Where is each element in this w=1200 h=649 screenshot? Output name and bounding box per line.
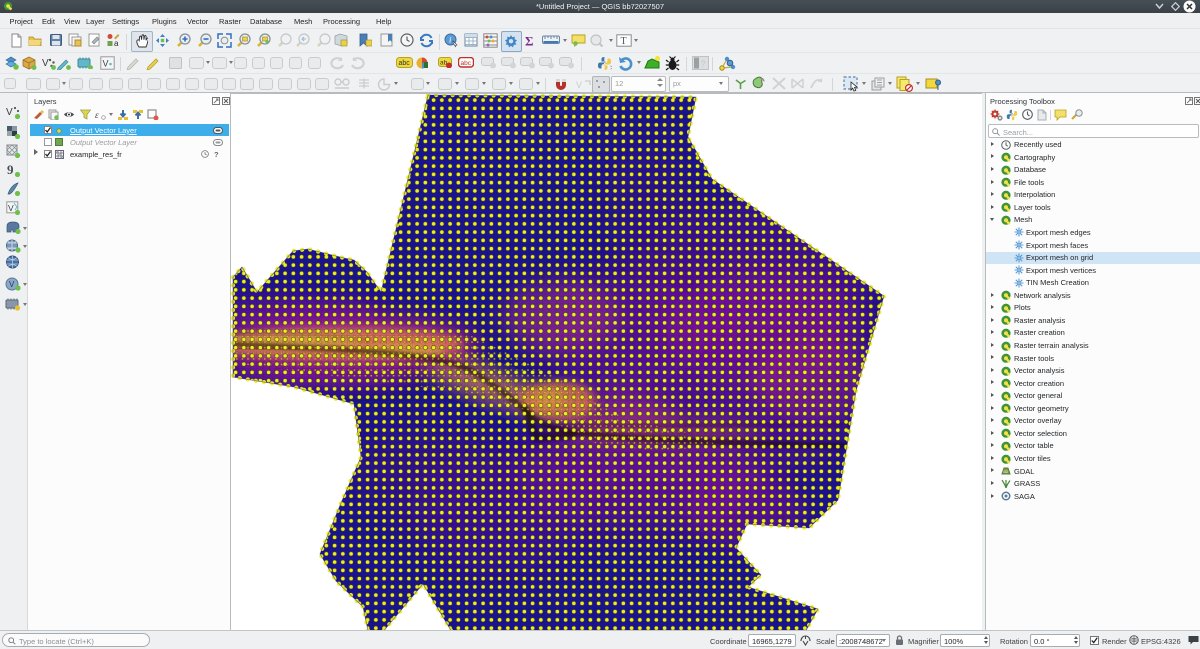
svg-text:V: V (576, 80, 582, 90)
svg-text:a: a (114, 39, 119, 47)
svg-text:T: T (621, 36, 627, 47)
svg-text:V: V (8, 203, 14, 213)
svg-text:abc: abc (461, 60, 472, 67)
svg-text:V: V (103, 59, 109, 69)
svg-text:abc: abc (399, 60, 411, 67)
svg-text:Σ: Σ (525, 34, 534, 47)
svg-text:GD: GD (1003, 470, 1008, 474)
svg-text:V: V (42, 58, 49, 69)
svg-text:V: V (9, 280, 15, 289)
svg-text:9: 9 (7, 163, 14, 177)
svg-text:ε: ε (95, 110, 99, 120)
svg-text:?: ? (701, 59, 706, 69)
svg-text:V: V (6, 107, 13, 118)
svg-text:>: > (610, 65, 612, 71)
